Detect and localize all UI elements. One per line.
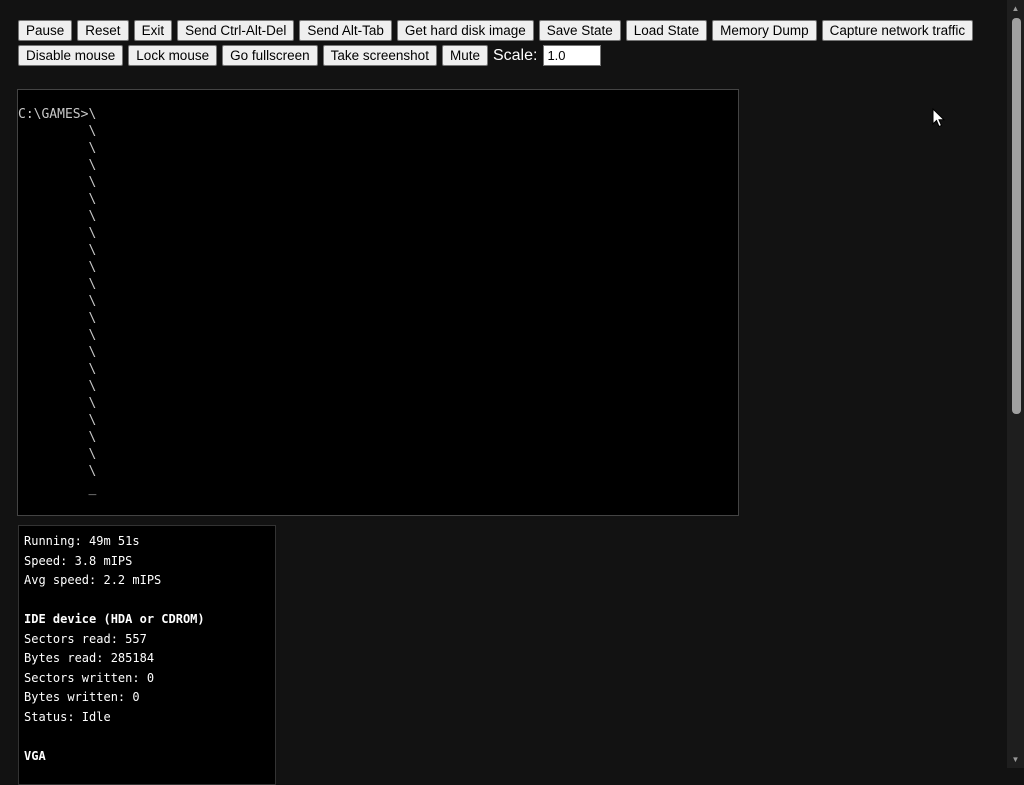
console-output: C:\GAMES>\ \ \ \ \ \ \ \ \ \ \ \ \ \ \ \… [18, 107, 97, 496]
save-state-button[interactable]: Save State [538, 20, 621, 41]
scroll-up-arrow-icon[interactable]: ▲ [1007, 0, 1024, 17]
pause-button[interactable]: Pause [18, 20, 73, 41]
emulator-toolbar: Pause Reset Exit Send Ctrl-Alt-Del Send … [18, 20, 998, 66]
stats-panel: Running: 49m 51s Speed: 3.8 mIPS Avg spe… [18, 525, 276, 785]
lock-mouse-button[interactable]: Lock mouse [128, 45, 218, 66]
emulator-screen[interactable]: C:\GAMES>\ \ \ \ \ \ \ \ \ \ \ \ \ \ \ \… [17, 89, 739, 516]
disable-mouse-button[interactable]: Disable mouse [18, 45, 124, 66]
page-scrollbar[interactable]: ▲ ▼ [1007, 0, 1024, 768]
reset-button[interactable]: Reset [77, 20, 129, 41]
ide-device-heading: IDE device (HDA or CDROM) [24, 612, 205, 626]
sectors-read-stat: Sectors read: 557 [24, 631, 147, 646]
scale-label: Scale: [492, 46, 538, 64]
avg-speed-stat: Avg speed: 2.2 mIPS [24, 573, 162, 587]
bytes-read-stat: Bytes read: 285184 [24, 651, 155, 665]
go-fullscreen-button[interactable]: Go fullscreen [222, 45, 318, 66]
sectors-written-stat: Sectors written: 0 [24, 670, 155, 685]
speed-stat: Speed: 3.8 mIPS [24, 553, 133, 568]
exit-button[interactable]: Exit [133, 20, 173, 41]
vga-heading: VGA [24, 748, 46, 763]
scroll-down-arrow-icon[interactable]: ▼ [1007, 751, 1024, 768]
send-ctrl-alt-del-button[interactable]: Send Ctrl-Alt-Del [177, 20, 295, 41]
running-time: Running: 49m 51s [24, 534, 140, 548]
ide-status-stat: Status: Idle [24, 709, 111, 724]
send-alt-tab-button[interactable]: Send Alt-Tab [299, 20, 392, 41]
scale-input[interactable] [543, 45, 602, 66]
bytes-written-stat: Bytes written: 0 [24, 690, 140, 704]
mute-button[interactable]: Mute [441, 45, 488, 66]
memory-dump-button[interactable]: Memory Dump [712, 20, 817, 41]
load-state-button[interactable]: Load State [625, 20, 708, 41]
take-screenshot-button[interactable]: Take screenshot [322, 45, 437, 66]
mouse-pointer-icon [932, 108, 946, 128]
scrollbar-thumb[interactable] [1012, 18, 1021, 414]
get-hard-disk-image-button[interactable]: Get hard disk image [396, 20, 534, 41]
capture-network-traffic-button[interactable]: Capture network traffic [821, 20, 974, 41]
